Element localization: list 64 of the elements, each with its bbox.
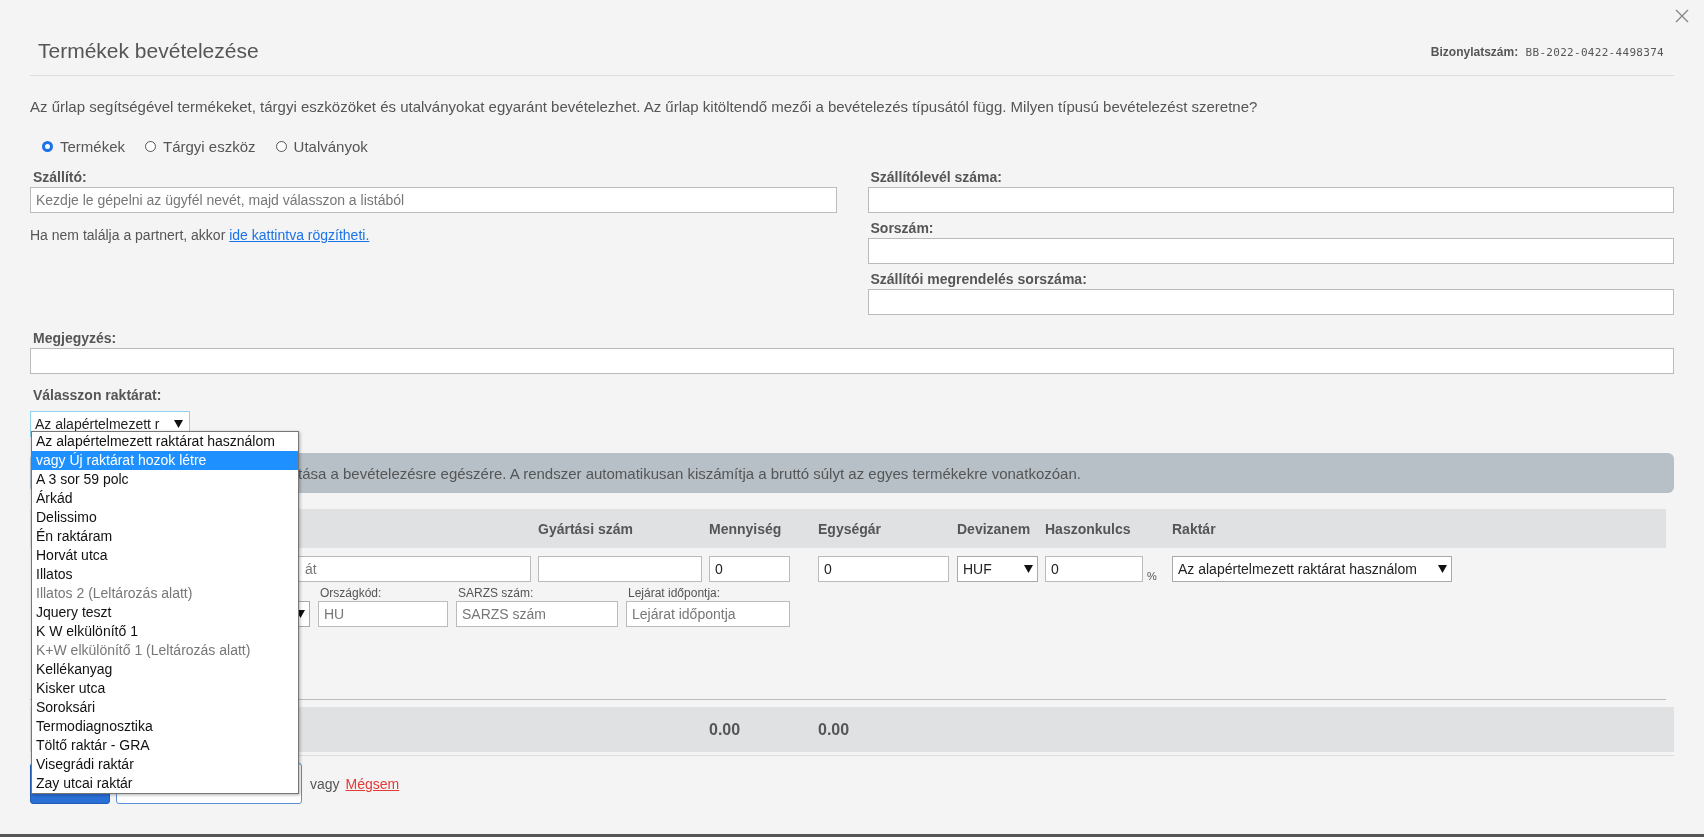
radio-icon[interactable] [145,140,157,152]
column-header: Egységár [818,520,883,537]
total-value: 0.00 [818,720,851,739]
dropdown-option[interactable]: Kisker utca [32,679,298,698]
dropdown-option[interactable]: Jquery teszt [32,603,298,622]
document-number: BB-2022-0422-4498374 [1525,46,1664,59]
input-field[interactable]: SARZS szám [456,601,618,627]
dropdown-option[interactable]: A 3 sor 59 polc [32,470,298,489]
dropdown-option[interactable]: K W elkülönítő 1 [32,622,298,641]
dropdown-option[interactable]: Visegrádi raktár [32,755,298,774]
input-field[interactable]: Lejárat időpontja [626,601,790,627]
column-header: Mennyiség [709,520,783,537]
radio-option[interactable]: Termékek [42,137,126,155]
field-label: Szállítólevél száma: [869,168,1003,187]
field-label: Megjegyzés: [32,329,118,348]
unit-price-field[interactable]: 0 [818,556,949,582]
cancel-link[interactable]: Mégsem [345,775,400,792]
hint-text: Ha nem találja a partnert, akkor ide kattintva rögzítheti. [30,227,371,243]
dropdown-option[interactable]: Delissimo [32,508,298,527]
caret-icon [174,420,183,428]
note-field[interactable] [30,348,1674,374]
caret-icon [1438,565,1447,573]
radio-option[interactable]: Utalványok [275,137,368,155]
input-field[interactable] [867,238,1674,264]
field-label: Válasszon raktárat: [32,386,163,405]
dropdown-option[interactable]: Árkád [32,489,298,508]
field-label: SARZS szám: [457,586,535,601]
radio-icon[interactable] [42,140,53,152]
dropdown-option[interactable]: Zay utcai raktár [32,774,298,793]
input-field[interactable] [867,187,1674,213]
dropdown-option[interactable]: Töltő raktár - GRA [32,736,298,755]
field-label: Országkód: [319,586,383,601]
or-text: vagy [310,775,340,792]
dropdown-option[interactable]: Soroksári [32,698,298,717]
field-label: Szállító: [32,168,88,187]
margin-field[interactable]: 0 [1045,556,1143,582]
intro-text: Az űrlap segítségével termékeket, tárgyi eszközöket és utalványokat egyaránt bevételezhet. Az űrlap kitöltendő mezői a bevételezés típusától függ. Milyen típusú bevételezést szeretne? [30,98,1259,115]
column-header: Raktár [1172,520,1217,537]
quantity-field[interactable]: 0 [709,556,790,582]
caret-icon [1024,565,1033,573]
serial-field[interactable] [538,556,702,582]
field-label: Lejárat időpontja: [627,586,722,601]
currency-select[interactable]: HUF [957,556,1038,582]
input-field[interactable] [867,289,1674,315]
dialog-title: Termékek bevételezése [38,39,259,63]
warehouse-select[interactable]: Az alapértelmezett raktárat használom [1172,556,1452,582]
column-header: Devizanem [957,520,1032,537]
input-field[interactable]: HU [318,601,448,627]
info-text: tása a bevételezésre egészére. A rendszer automatikusan kiszámítja a bruttó súlyt az egyes termékekre vonatkozóan. [298,464,1081,482]
field-label: Sorszám: [869,219,935,238]
supplier-field[interactable]: Kezdje le gépelni az ügyfél nevét, majd válasszon a listából [30,187,837,213]
field-label: Szállítói megrendelés sorszáma: [869,270,1088,289]
dropdown-option[interactable]: Termodiagnosztika [32,717,298,736]
column-header: Haszonkulcs [1045,520,1132,537]
add-partner-link[interactable]: ide kattintva rögzítheti. [229,227,370,243]
dropdown-option[interactable]: Én raktáram [32,527,298,546]
dropdown-option[interactable]: Kellékanyag [32,660,298,679]
column-header: Gyártási szám [538,520,634,537]
radio-option[interactable]: Tárgyi eszköz [145,137,256,155]
percent-unit: % [1147,570,1157,582]
total-value: 0.00 [709,720,742,739]
document-number-label: Bizonylatszám: [1430,45,1519,59]
close-icon[interactable] [1675,9,1689,23]
radio-icon[interactable] [275,140,287,152]
